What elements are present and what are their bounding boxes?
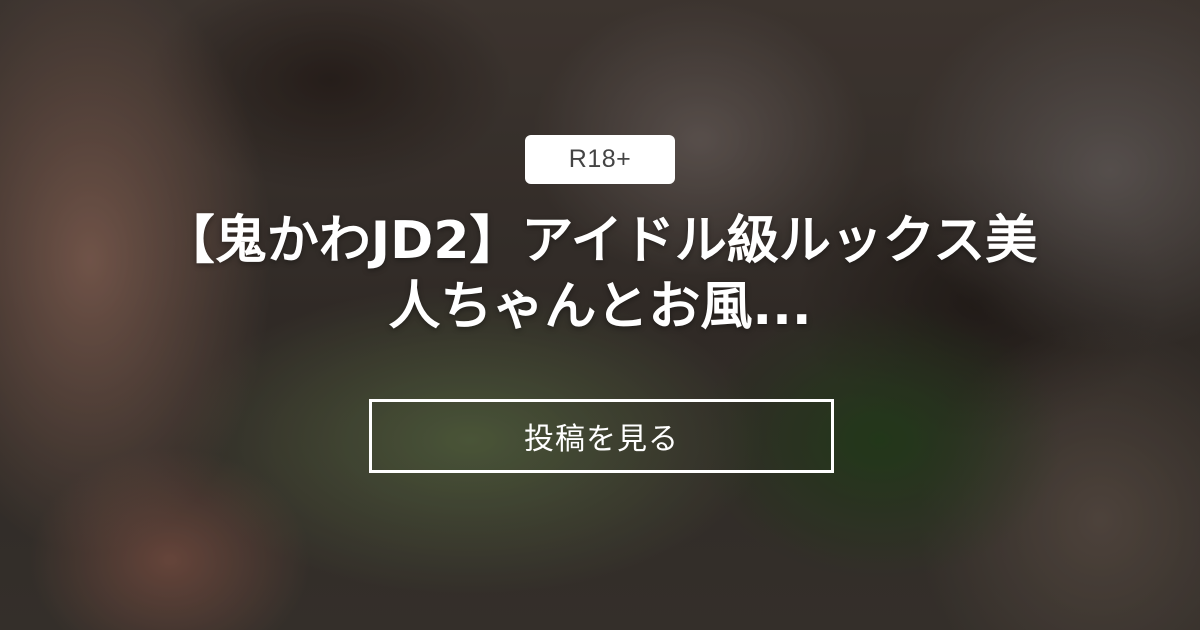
age-rating-badge: R18+ (525, 135, 675, 184)
post-title: 【鬼かわJD2】アイドル級ルックス美人ちゃんとお風... (162, 211, 1038, 337)
post-preview-card: R18+ 【鬼かわJD2】アイドル級ルックス美人ちゃんとお風... 投稿を見る (0, 0, 1200, 630)
view-post-button[interactable]: 投稿を見る (369, 399, 834, 473)
